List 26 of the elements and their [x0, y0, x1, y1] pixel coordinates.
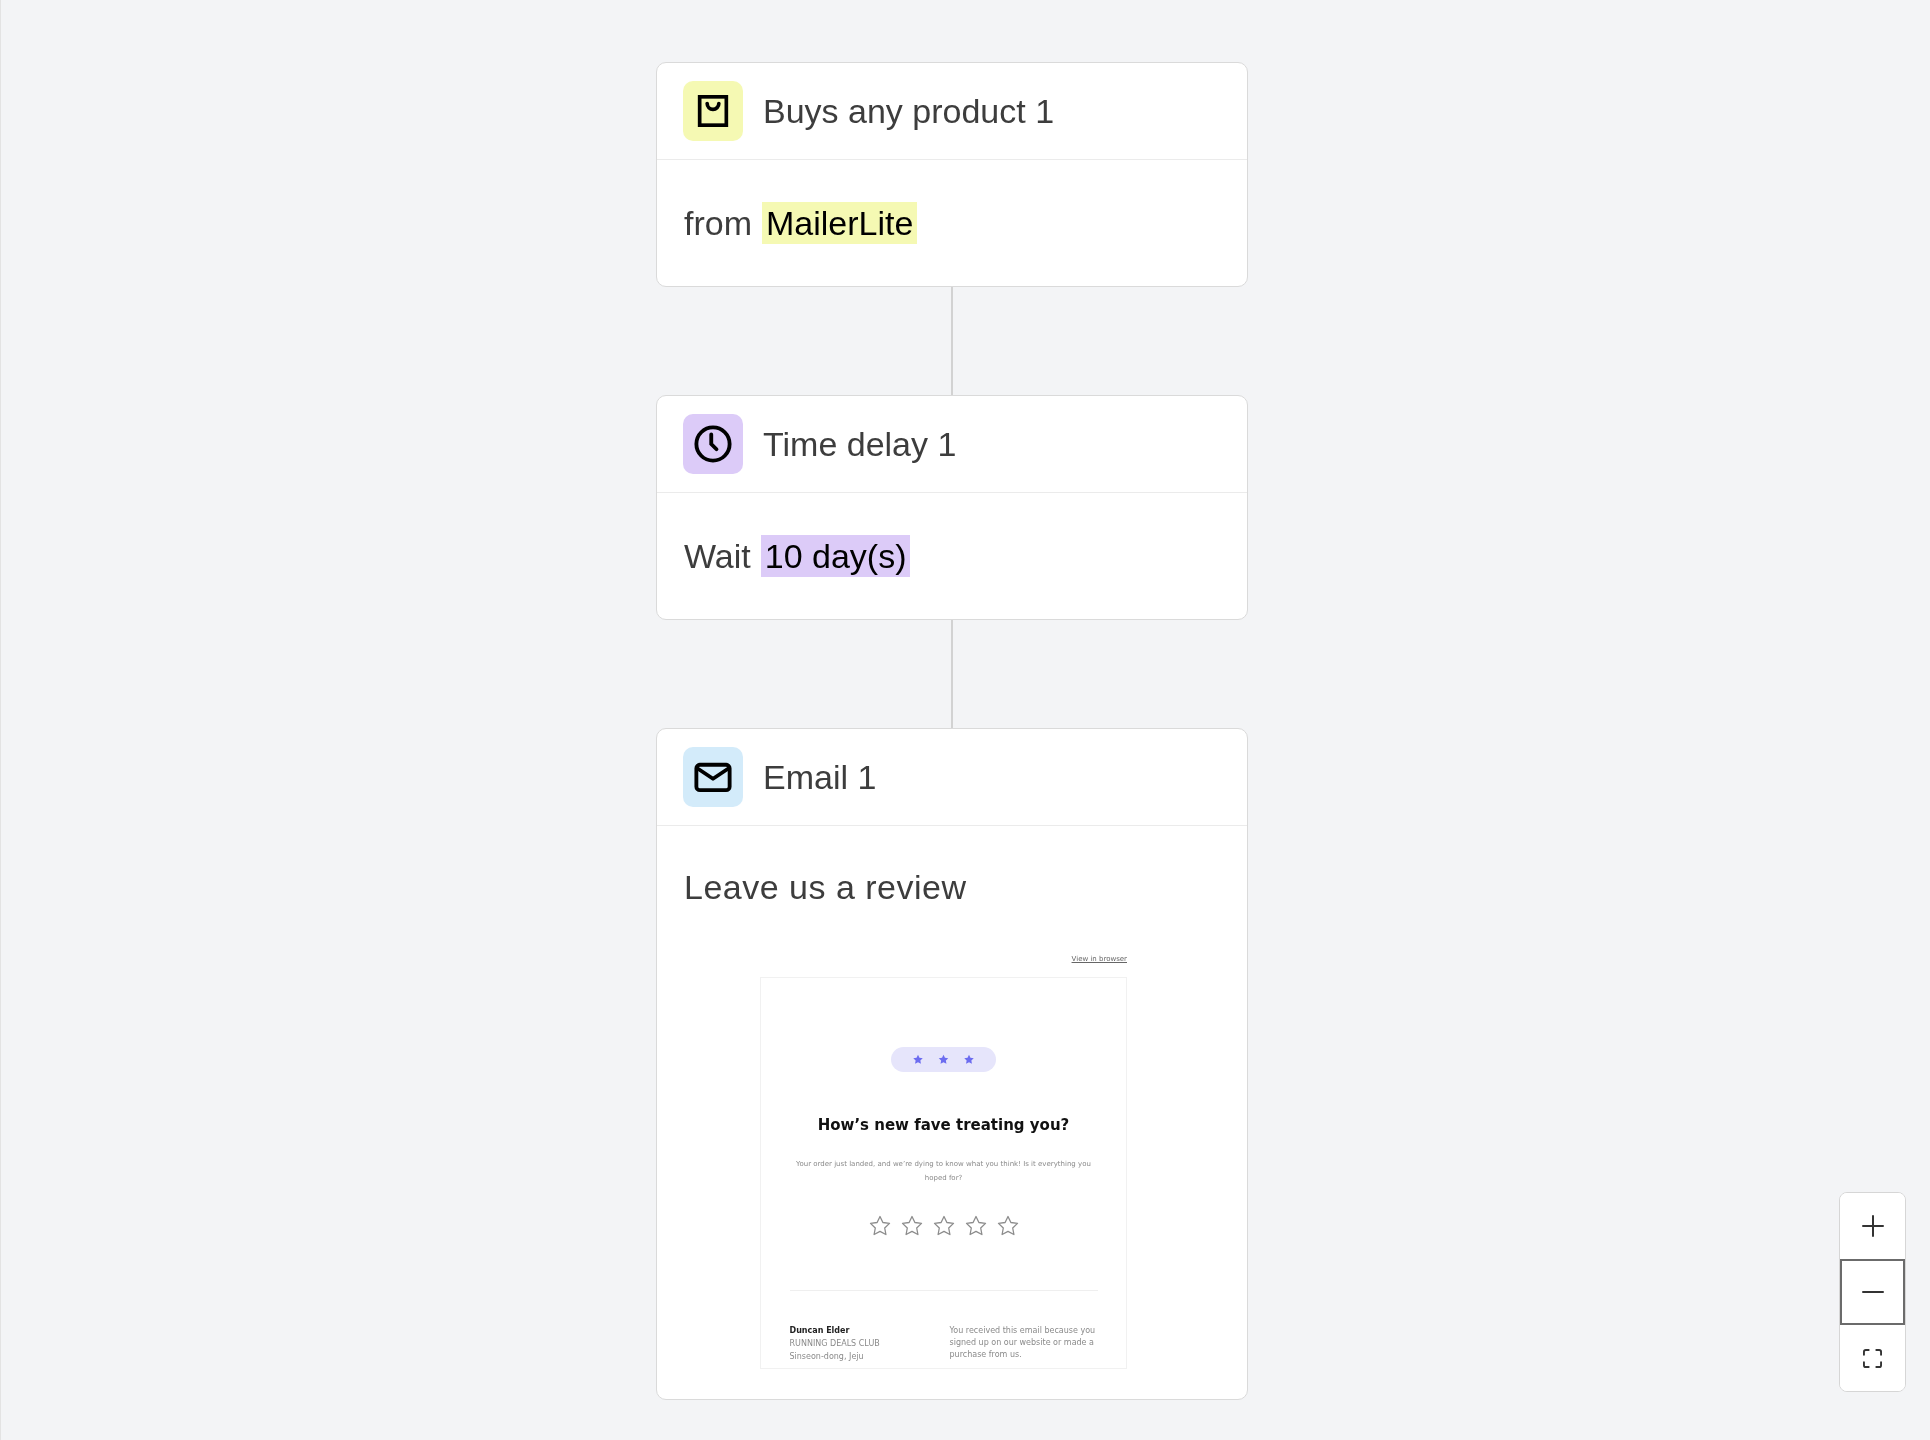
- star-badge-icon: [891, 1047, 996, 1072]
- trigger-source-label: from: [684, 203, 752, 244]
- star-icon: [931, 1214, 956, 1238]
- trigger-source-value: MailerLite: [762, 202, 918, 244]
- flow-node-card[interactable]: [656, 728, 1248, 1400]
- delay-duration-value: 10 day(s): [760, 535, 911, 577]
- star-icon: [963, 1214, 988, 1238]
- sender-company: RUNNING DEALS CLUB: [789, 1338, 881, 1349]
- delay-label: Wait: [684, 536, 751, 577]
- node-title: Email 1: [763, 757, 877, 798]
- node-title: Time delay 1: [763, 424, 957, 465]
- zoom-out-button[interactable]: [1840, 1259, 1905, 1325]
- node-title: Buys any product 1: [763, 91, 1055, 132]
- flow-node-card[interactable]: Buys any product 1 from MailerLite: [656, 62, 1248, 287]
- fullscreen-icon: [1863, 1348, 1882, 1368]
- email-subject: Leave us a review: [684, 867, 967, 908]
- star-icon: [995, 1214, 1020, 1238]
- email-notice: You received this email because you signed up on our website or made a purchase from us.: [949, 1325, 1097, 1361]
- sender-address: Sinseon-dong, Jeju: [789, 1351, 865, 1362]
- email-heading: How’s new fave treating you?: [817, 1115, 1070, 1135]
- sender-name: Duncan Elder: [789, 1325, 851, 1336]
- plus-icon: [1861, 1215, 1884, 1237]
- star-icon: [899, 1214, 924, 1238]
- minus-icon: [1861, 1290, 1884, 1294]
- star-icon: [867, 1214, 892, 1238]
- flow-node-card[interactable]: Time delay 1 Wait 10 day(s): [656, 395, 1248, 620]
